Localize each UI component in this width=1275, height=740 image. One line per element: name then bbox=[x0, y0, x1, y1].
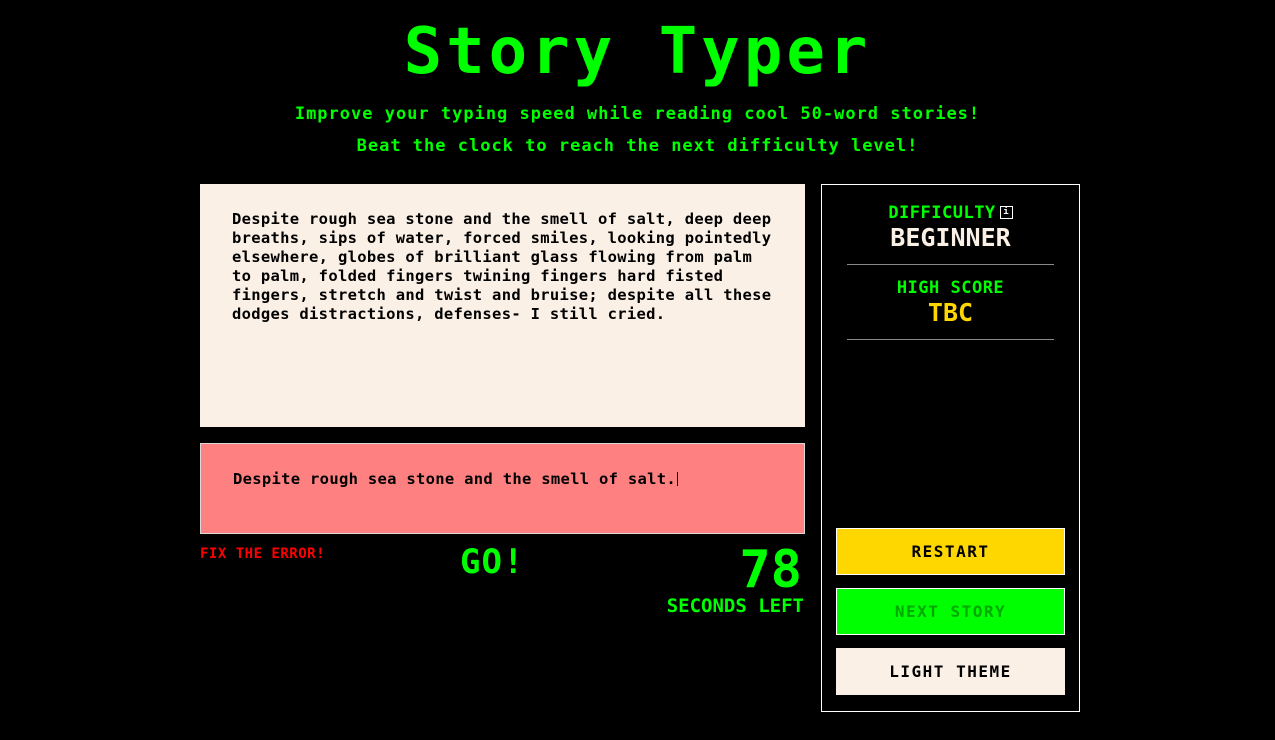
high-score-label: HIGH SCORE bbox=[896, 278, 1005, 298]
error-message: FIX THE ERROR! bbox=[200, 546, 326, 562]
divider bbox=[847, 264, 1054, 265]
app-title: Story Typer bbox=[403, 15, 872, 89]
typing-input-area[interactable]: Despite rough sea stone and the smell of… bbox=[200, 443, 805, 534]
story-text: Despite rough sea stone and the smell of… bbox=[232, 210, 772, 323]
seconds-left-value: 78 bbox=[739, 540, 802, 600]
high-score-value: TBC bbox=[927, 298, 974, 327]
side-panel: DIFFICULTY i BEGINNER HIGH SCORE TBC REST… bbox=[821, 184, 1080, 712]
go-label: GO! bbox=[460, 542, 525, 582]
subtitle-line-1: Improve your typing speed while reading … bbox=[294, 104, 981, 124]
difficulty-label: DIFFICULTY bbox=[888, 203, 996, 223]
typed-text: Despite rough sea stone and the smell of… bbox=[233, 470, 677, 488]
difficulty-heading: DIFFICULTY i bbox=[822, 203, 1079, 223]
next-story-button[interactable]: NEXT STORY bbox=[836, 588, 1065, 635]
info-icon[interactable]: i bbox=[999, 206, 1013, 219]
story-text-panel: Despite rough sea stone and the smell of… bbox=[200, 184, 805, 427]
divider bbox=[847, 339, 1054, 340]
restart-button[interactable]: RESTART bbox=[836, 528, 1065, 575]
light-theme-button[interactable]: LIGHT THEME bbox=[836, 648, 1065, 695]
subtitle-line-2: Beat the clock to reach the next difficu… bbox=[356, 136, 919, 156]
seconds-left-label: SECONDS LEFT bbox=[666, 595, 804, 617]
difficulty-value: BEGINNER bbox=[890, 223, 1011, 252]
text-caret bbox=[677, 472, 679, 486]
